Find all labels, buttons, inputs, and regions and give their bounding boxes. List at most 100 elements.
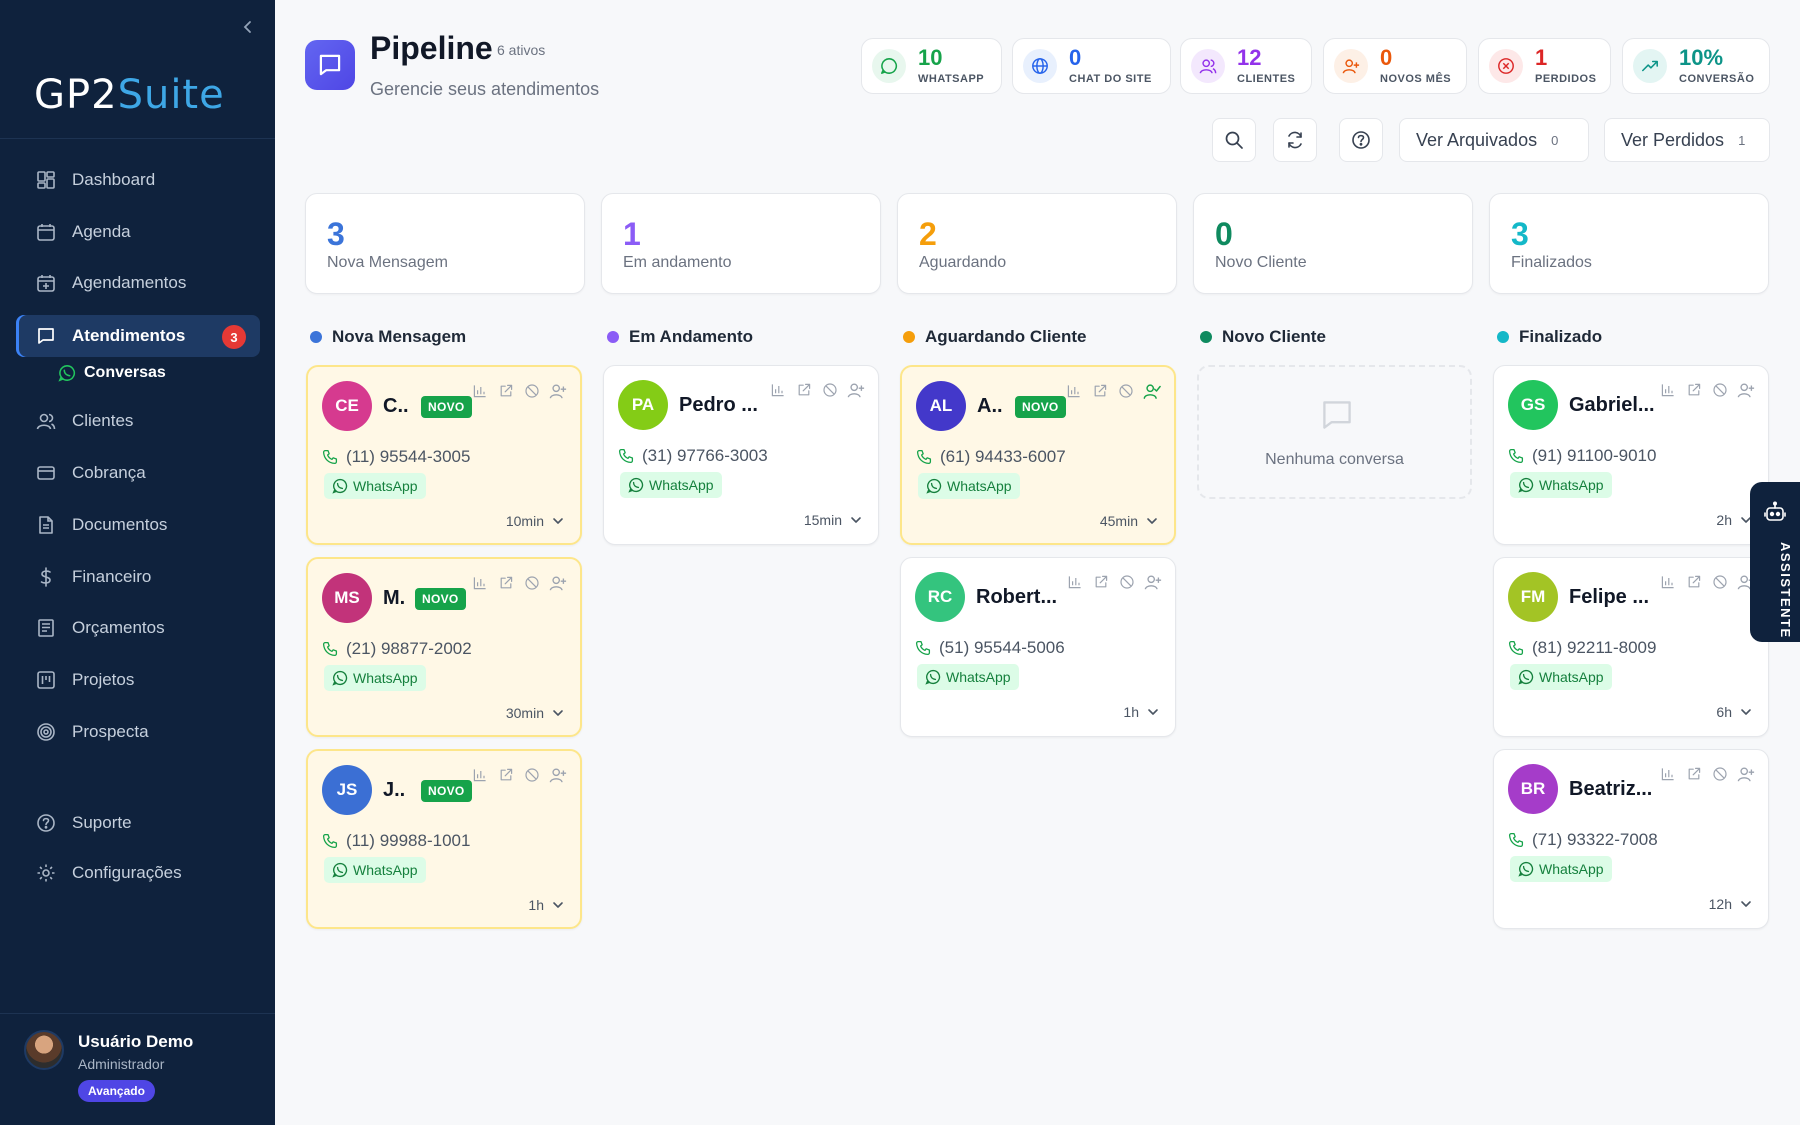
assistant-tab[interactable]: ASSISTENTE	[1750, 482, 1800, 642]
stat-conversao[interactable]: 10% CONVERSÃO	[1622, 38, 1770, 94]
time-toggle[interactable]: 45min	[1100, 513, 1158, 529]
sidebar-item-clientes[interactable]: Clientes	[16, 400, 260, 442]
column-header-nova-mensagem: Nova Mensagem	[310, 326, 466, 348]
sidebar-item-prospecta[interactable]: Prospecta	[16, 711, 260, 753]
open-external-icon[interactable]	[1684, 764, 1704, 784]
block-icon[interactable]	[1710, 764, 1730, 784]
time-toggle[interactable]: 30min	[506, 705, 564, 721]
time-toggle[interactable]: 15min	[804, 512, 862, 528]
stat-novos-mes[interactable]: 0 NOVOS MÊS	[1323, 38, 1467, 94]
block-icon[interactable]	[1116, 381, 1136, 401]
stats-icon[interactable]	[1065, 572, 1085, 592]
stats-icon[interactable]	[470, 765, 490, 785]
receipt-icon	[34, 616, 58, 640]
summary-novo-cliente[interactable]: 0 Novo Cliente	[1193, 193, 1473, 294]
block-icon[interactable]	[522, 573, 542, 593]
stat-clientes[interactable]: 12 CLIENTES	[1180, 38, 1312, 94]
block-icon[interactable]	[1710, 572, 1730, 592]
time-toggle[interactable]: 10min	[506, 513, 564, 529]
open-external-icon[interactable]	[1684, 380, 1704, 400]
block-icon[interactable]	[522, 765, 542, 785]
stats-icon[interactable]	[768, 380, 788, 400]
summary-nova-mensagem[interactable]: 3 Nova Mensagem	[305, 193, 585, 294]
block-icon[interactable]	[1117, 572, 1137, 592]
phone-row: (71) 93322-7008	[1508, 830, 1658, 850]
search-button[interactable]	[1212, 118, 1256, 162]
summary-label: Finalizados	[1511, 254, 1592, 271]
open-external-icon[interactable]	[1090, 381, 1110, 401]
stats-icon[interactable]	[1658, 764, 1678, 784]
open-external-icon[interactable]	[496, 765, 516, 785]
collapse-sidebar-button[interactable]	[238, 16, 258, 38]
sidebar-item-dashboard[interactable]: Dashboard	[16, 159, 260, 201]
stats-icon[interactable]	[1064, 381, 1084, 401]
conversation-card[interactable]: FM Felipe ... (81) 92211-8009 WhatsApp 6h	[1493, 557, 1769, 737]
summary-finalizados[interactable]: 3 Finalizados	[1489, 193, 1769, 294]
user-plus-icon[interactable]	[548, 381, 568, 401]
block-icon[interactable]	[522, 381, 542, 401]
stats-icon[interactable]	[470, 573, 490, 593]
time-toggle[interactable]: 6h	[1716, 704, 1752, 720]
sidebar-item-orcamentos[interactable]: Orçamentos	[16, 607, 260, 649]
column-dot	[1200, 331, 1212, 343]
phone-icon	[322, 833, 338, 849]
summary-aguardando[interactable]: 2 Aguardando	[897, 193, 1177, 294]
sidebar-item-agenda[interactable]: Agenda	[16, 211, 260, 253]
conversation-card[interactable]: PA Pedro ... (31) 97766-3003 WhatsApp 15min	[603, 365, 879, 545]
user-plus-icon[interactable]	[1736, 764, 1756, 784]
user-plus-icon[interactable]	[1143, 572, 1163, 592]
user-profile[interactable]: Usuário Demo Administrador Avançado	[24, 1028, 254, 1108]
time-toggle[interactable]: 1h	[1123, 704, 1159, 720]
block-icon[interactable]	[820, 380, 840, 400]
time-toggle[interactable]: 1h	[528, 897, 564, 913]
open-external-icon[interactable]	[1684, 572, 1704, 592]
sidebar-subitem-conversas[interactable]: Conversas	[58, 362, 166, 384]
phone-number: (11) 95544-3005	[346, 447, 471, 466]
help-button[interactable]	[1339, 118, 1383, 162]
sidebar-item-suporte[interactable]: Suporte	[16, 802, 260, 844]
sidebar-item-projetos[interactable]: Projetos	[16, 659, 260, 701]
conversation-card[interactable]: AL A.. NOVO (61) 94433-6007 WhatsApp 45min	[900, 365, 1176, 545]
stat-perdidos[interactable]: 1 PERDIDOS	[1478, 38, 1611, 94]
sidebar-item-cobranca[interactable]: Cobrança	[16, 452, 260, 494]
stats-icon[interactable]	[1658, 380, 1678, 400]
conversation-card[interactable]: MS M. NOVO (21) 98877-2002 WhatsApp 30min	[306, 557, 582, 737]
conversation-card[interactable]: GS Gabriel... (91) 91100-9010 WhatsApp 2h	[1493, 365, 1769, 545]
conversation-card[interactable]: RC Robert... (51) 95544-5006 WhatsApp 1h	[900, 557, 1176, 737]
user-check-icon[interactable]	[1142, 381, 1162, 401]
open-external-icon[interactable]	[794, 380, 814, 400]
sidebar-item-atendimentos[interactable]: Atendimentos 3	[16, 315, 260, 357]
sidebar-item-financeiro[interactable]: Financeiro	[16, 556, 260, 598]
time-toggle[interactable]: 2h	[1716, 512, 1752, 528]
user-plus-icon[interactable]	[548, 573, 568, 593]
avatar: AL	[916, 381, 966, 431]
view-archived-button[interactable]: Ver Arquivados 0	[1399, 118, 1589, 162]
conversation-card[interactable]: BR Beatriz... (71) 93322-7008 WhatsApp 12h	[1493, 749, 1769, 929]
sidebar-item-agendamentos[interactable]: Agendamentos	[16, 262, 260, 304]
user-plus-icon[interactable]	[846, 380, 866, 400]
summary-em-andamento[interactable]: 1 Em andamento	[601, 193, 881, 294]
open-external-icon[interactable]	[1091, 572, 1111, 592]
block-icon[interactable]	[1710, 380, 1730, 400]
user-plus-icon[interactable]	[1736, 380, 1756, 400]
stat-label: CONVERSÃO	[1679, 73, 1755, 85]
whatsapp-icon	[58, 364, 76, 382]
conversation-card[interactable]: JS J.. NOVO (11) 99988-1001 WhatsApp 1h	[306, 749, 582, 929]
time-toggle[interactable]: 12h	[1709, 896, 1752, 912]
sidebar-item-documentos[interactable]: Documentos	[16, 504, 260, 546]
column-title: Nova Mensagem	[332, 327, 467, 346]
stats-icon[interactable]	[470, 381, 490, 401]
stat-whatsapp[interactable]: 10 WHATSAPP	[861, 38, 1002, 94]
phone-number: (81) 92211-8009	[1532, 638, 1657, 657]
stat-chat-do-site[interactable]: 0 CHAT DO SITE	[1012, 38, 1171, 94]
stats-icon[interactable]	[1658, 572, 1678, 592]
refresh-button[interactable]	[1273, 118, 1317, 162]
open-external-icon[interactable]	[496, 381, 516, 401]
open-external-icon[interactable]	[496, 573, 516, 593]
user-plus-icon[interactable]	[548, 765, 568, 785]
view-lost-button[interactable]: Ver Perdidos 1	[1604, 118, 1770, 162]
conversation-card[interactable]: CE C.. NOVO (11) 95544-3005 WhatsApp 10min	[306, 365, 582, 545]
app-logo[interactable]: GP2Suite	[34, 72, 225, 118]
phone-number: (91) 91100-9010	[1532, 446, 1657, 465]
sidebar-item-configuracoes[interactable]: Configurações	[16, 852, 260, 894]
